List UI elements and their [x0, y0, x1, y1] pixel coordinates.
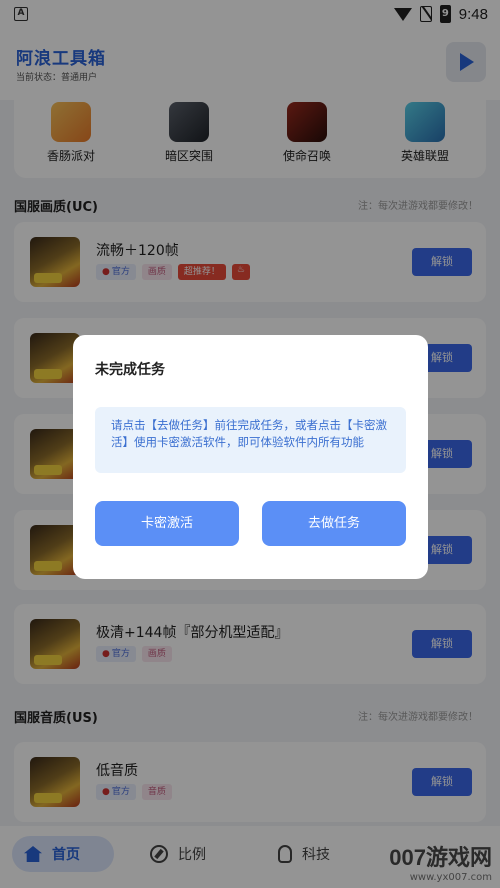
- watermark-url: www.yx007.com: [409, 872, 492, 883]
- watermark: 007游戏网 www.yx007.com: [389, 840, 492, 883]
- activate-card-key-button[interactable]: 卡密激活: [95, 501, 239, 546]
- dialog-title: 未完成任务: [95, 362, 165, 378]
- watermark-title: 007游戏网: [389, 845, 492, 870]
- do-task-button[interactable]: 去做任务: [262, 501, 406, 546]
- dialog-message: 请点击【去做任务】前往完成任务，或者点击【卡密激活】使用卡密激活软件，即可体验软…: [95, 407, 406, 473]
- task-dialog: 未完成任务 请点击【去做任务】前往完成任务，或者点击【卡密激活】使用卡密激活软件…: [73, 335, 428, 579]
